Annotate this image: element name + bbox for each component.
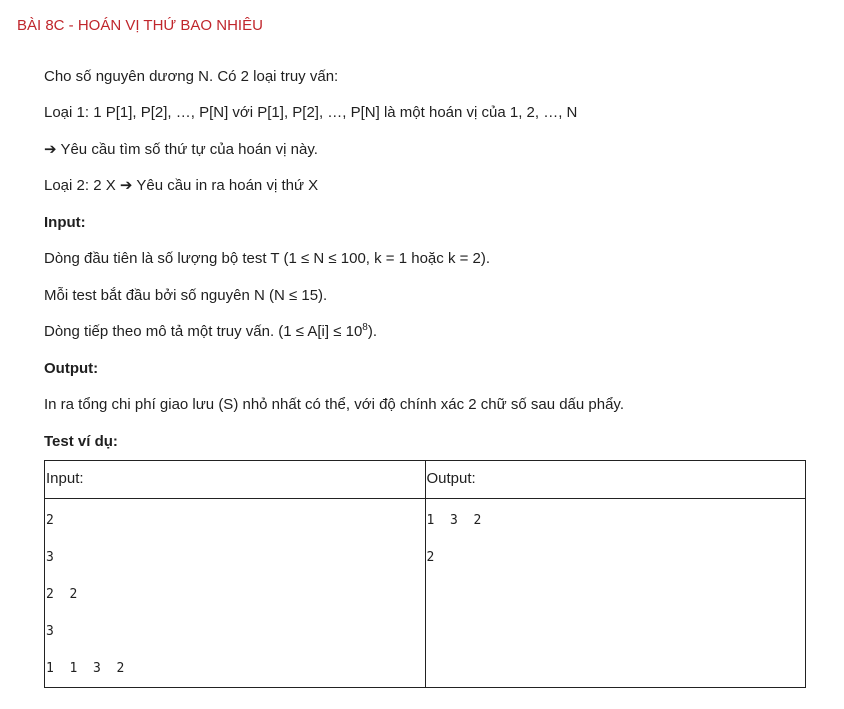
table-row: 2 3 2 2 3 1 1 3 2 1 3 2 2 xyxy=(44,498,806,688)
input-line-3-end: ). xyxy=(367,323,378,340)
query-type-1: Loại 1: 1 P[1], P[2], …, P[N] với P[1], … xyxy=(44,104,578,121)
input-line: 3 xyxy=(46,550,54,565)
input-line-1: Dòng đầu tiên là số lượng bộ test T (1 ≤… xyxy=(44,250,491,267)
output-line: 2 xyxy=(426,550,435,565)
input-cell: 2 3 2 2 3 1 1 3 2 xyxy=(44,498,426,688)
input-line-3: Dòng tiếp theo mô tả một truy vấn. (1 ≤ … xyxy=(44,323,377,341)
output-heading: Output: xyxy=(44,360,99,377)
output-line: 1 3 2 xyxy=(426,513,482,528)
test-heading: Test ví dụ: xyxy=(44,433,118,450)
output-line-1: In ra tổng chi phí giao lưu (S) nhỏ nhất… xyxy=(44,396,624,413)
query-type-1-requirement: ➔ Yêu cầu tìm số thứ tự của hoán vị này. xyxy=(44,141,318,158)
input-column-header: Input: xyxy=(44,460,426,499)
input-line: 3 xyxy=(46,624,54,639)
problem-page: BÀI 8C - HOÁN VỊ THỨ BAO NHIÊU Cho số ng… xyxy=(0,0,844,709)
problem-content: Cho số nguyên dương N. Có 2 loại truy vấ… xyxy=(0,36,844,709)
query-type-2: Loại 2: 2 X ➔ Yêu cầu in ra hoán vị thứ … xyxy=(44,177,319,194)
input-line-3-text: Dòng tiếp theo mô tả một truy vấn. (1 ≤ … xyxy=(44,323,363,340)
input-line: 2 2 xyxy=(46,587,78,602)
output-cell: 1 3 2 2 xyxy=(424,498,806,688)
intro-text: Cho số nguyên dương N. Có 2 loại truy vấ… xyxy=(44,68,339,85)
page-title: BÀI 8C - HOÁN VỊ THỨ BAO NHIÊU xyxy=(17,17,263,34)
table-header-row: Input: Output: xyxy=(44,460,806,499)
input-heading: Input: xyxy=(44,214,86,231)
input-line: 1 1 3 2 xyxy=(46,661,125,676)
title-bar: BÀI 8C - HOÁN VỊ THỨ BAO NHIÊU xyxy=(0,0,844,36)
test-example-table: Input: Output: 2 3 2 2 3 1 1 3 2 1 3 2 2 xyxy=(44,460,806,688)
output-column-header: Output: xyxy=(424,460,806,499)
input-line-2: Mỗi test bắt đầu bởi số nguyên N (N ≤ 15… xyxy=(44,287,328,304)
input-line: 2 xyxy=(46,513,54,528)
